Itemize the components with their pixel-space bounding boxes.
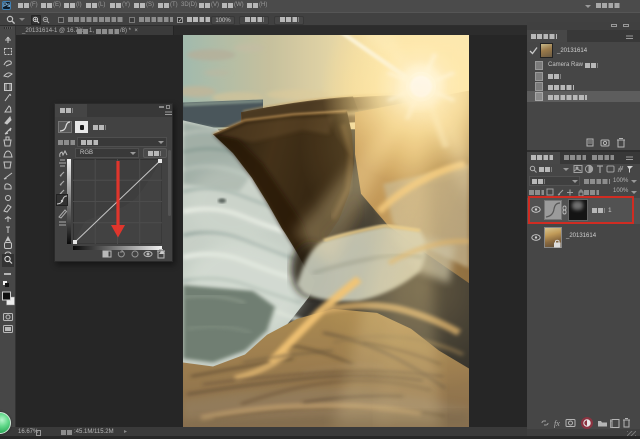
- svg-text:fx: fx: [554, 419, 560, 428]
